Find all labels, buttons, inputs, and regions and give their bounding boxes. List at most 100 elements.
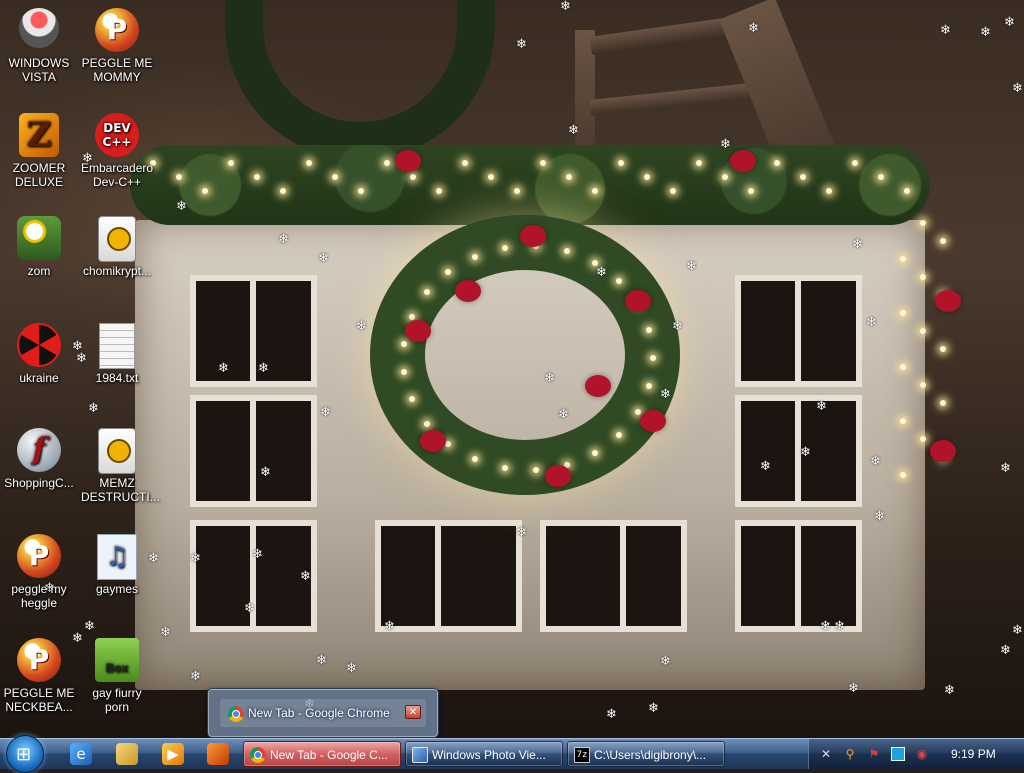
cabinet-pane	[435, 520, 522, 632]
tools-icon[interactable]: ✕	[819, 747, 833, 761]
snowflake-icon: ❄	[940, 23, 951, 38]
light-dot	[696, 160, 702, 166]
light-dot	[800, 174, 806, 180]
snowflake-icon: ❄	[848, 681, 859, 696]
chrome-icon	[228, 706, 244, 722]
snowflake-icon: ❄	[606, 707, 617, 722]
snowflake-icon: ❄	[760, 459, 771, 474]
ornament-bow	[585, 375, 611, 397]
snowflake-icon: ❄	[88, 401, 99, 416]
snowflake-icon: ❄	[852, 237, 863, 252]
snowflake-icon: ❄	[834, 619, 845, 634]
snowflake-icon: ❄	[560, 0, 571, 14]
start-button[interactable]: ⊞	[6, 735, 44, 773]
light-dot	[540, 160, 546, 166]
media-player-icon[interactable]: ▶	[162, 743, 184, 765]
task-button-chrome[interactable]: New Tab - Google C...	[243, 741, 401, 767]
snowflake-icon: ❄	[648, 701, 659, 716]
light-dot	[436, 188, 442, 194]
desktop-icon-peggle-my-heggle[interactable]: P peggle my heggle	[3, 534, 75, 610]
snowflake-icon: ❄	[568, 123, 579, 138]
snowflake-icon: ❄	[316, 653, 327, 668]
light-dot	[280, 188, 286, 194]
task-button-photo-viewer[interactable]: Windows Photo Vie...	[405, 741, 563, 767]
light-dot	[618, 160, 624, 166]
console-icon: 7z	[574, 747, 590, 763]
network-icon[interactable]	[891, 747, 905, 761]
cabinet-pane	[795, 520, 862, 632]
desktop-icon-1984-txt[interactable]: 1984.txt	[81, 323, 153, 385]
explorer-folder-icon[interactable]	[116, 743, 138, 765]
preview-title: New Tab - Google Chrome	[248, 706, 390, 720]
desktop-icon-windows-vista[interactable]: WINDOWS VISTA	[3, 8, 75, 84]
desktop-icon-label: peggle my heggle	[11, 582, 67, 610]
taskbar-clock[interactable]: 9:19 PM	[951, 739, 996, 769]
snowflake-icon: ❄	[260, 465, 271, 480]
light-dot	[826, 188, 832, 194]
light-dot	[254, 174, 260, 180]
peggle-icon: P	[95, 8, 139, 52]
desktop-icon-peggle-me-neckbeard[interactable]: P PEGGLE ME NECKBEA...	[3, 638, 75, 714]
snowflake-icon: ❄	[160, 625, 171, 640]
snowflake-icon: ❄	[816, 399, 827, 414]
desktop-icon-label: ZOOMER DELUXE	[12, 161, 66, 189]
snowflake-icon: ❄	[660, 654, 671, 669]
light-dot	[940, 400, 946, 406]
taskbar-thumbnail-preview[interactable]: New Tab - Google Chrome ✕	[207, 688, 439, 738]
app-launcher-icon[interactable]	[207, 743, 229, 765]
light-dot	[501, 465, 508, 472]
dev-cpp-icon: DEV C++	[95, 113, 139, 157]
light-dot	[644, 174, 650, 180]
light-dot	[900, 418, 906, 424]
volume-icon[interactable]: ◉	[915, 747, 929, 761]
preview-close-button[interactable]: ✕	[405, 705, 421, 719]
desktop-icon-label: 1984.txt	[95, 371, 139, 385]
desktop-icon-label: MEMZ DESTRUCTI...	[81, 476, 160, 504]
snowflake-icon: ❄	[190, 669, 201, 684]
snowflake-icon: ❄	[944, 683, 955, 698]
snowflake-icon: ❄	[516, 525, 527, 540]
wallpaper-hanging-wreath	[225, 0, 495, 160]
light-dot	[400, 369, 407, 376]
windows-logo-icon: ⊞	[16, 744, 32, 765]
light-dot	[920, 436, 926, 442]
snowflake-icon: ❄	[384, 619, 395, 634]
ornament-bow	[455, 280, 481, 302]
cabinet-pane	[735, 395, 802, 507]
snowflake-icon: ❄	[720, 137, 731, 152]
desktop-icon-memz[interactable]: MEMZ DESTRUCTI...	[81, 428, 160, 504]
snowflake-icon: ❄	[980, 25, 991, 40]
light-dot	[471, 253, 478, 260]
light-dot	[408, 396, 415, 403]
desktop-icon-dev-cpp[interactable]: DEV C++ Embarcadero Dev-C++	[81, 113, 153, 189]
snowflake-icon: ❄	[1012, 81, 1023, 96]
light-dot	[650, 355, 656, 361]
task-button-command-prompt[interactable]: 7z C:\Users\digibrony\...	[567, 741, 725, 767]
light-dot	[462, 160, 468, 166]
desktop-icon-gaymes[interactable]: ♫ gaymes	[81, 534, 153, 596]
search-icon[interactable]: ⚲	[843, 747, 857, 761]
desktop-icon-shopping[interactable]: f ShoppingC...	[3, 428, 75, 490]
snowflake-icon: ❄	[1000, 461, 1011, 476]
desktop-icon-zoomer-deluxe[interactable]: Z ZOOMER DELUXE	[3, 113, 75, 189]
desktop-icon-label: PEGGLE ME NECKBEA...	[3, 686, 75, 714]
snowflake-icon: ❄	[1012, 623, 1023, 638]
light-dot	[878, 174, 884, 180]
light-dot	[488, 174, 494, 180]
light-dot	[634, 408, 641, 415]
desktop-icon-ukraine[interactable]: ukraine	[3, 323, 75, 385]
desktop-icon-label: zom	[27, 264, 51, 278]
snowflake-icon: ❄	[1004, 15, 1015, 30]
flag-icon[interactable]: ⚑	[867, 747, 881, 761]
desktop-icon-chomikrypt[interactable]: chomikrypt...	[81, 216, 153, 278]
desktop-icon-zom[interactable]: zom	[3, 216, 75, 278]
snowflake-icon: ❄	[748, 21, 759, 36]
desktop-icon-peggle-me-mommy[interactable]: P PEGGLE ME MOMMY	[81, 8, 153, 84]
light-dot	[423, 420, 430, 427]
snowflake-icon: ❄	[558, 407, 569, 422]
desktop-icon-gay-fiurry-porn[interactable]: Box gay fiurry porn	[81, 638, 153, 714]
lock-file-icon	[95, 216, 139, 262]
ornament-bow	[935, 290, 961, 312]
snowflake-icon: ❄	[190, 551, 201, 566]
internet-explorer-icon[interactable]: e	[70, 743, 92, 765]
